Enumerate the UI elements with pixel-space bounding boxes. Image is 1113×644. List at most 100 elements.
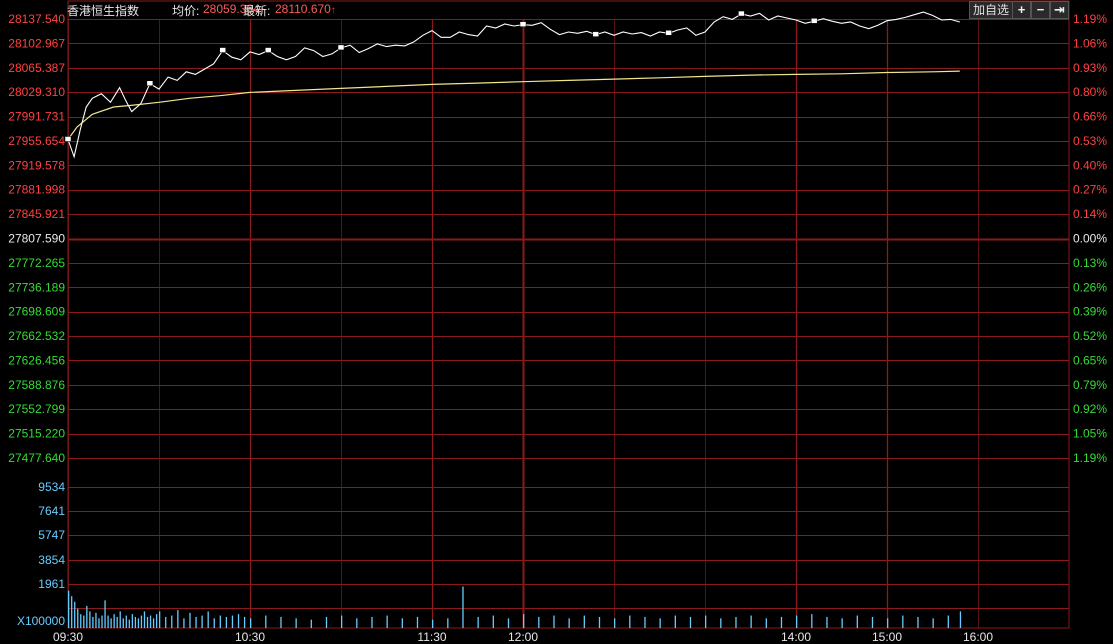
volume-axis-label: 9534 [38, 480, 65, 494]
price-line [67, 11, 960, 159]
volume-bars [68, 586, 962, 628]
price-axis-label: 27955.654 [8, 134, 65, 148]
volume-bar [959, 611, 962, 628]
zoom-out-icon[interactable]: − [1031, 1, 1050, 19]
volume-bar [71, 596, 73, 628]
price-axis-label: 27477.640 [8, 451, 65, 465]
percent-axis-label: 0.52% [1073, 329, 1107, 343]
volume-bar [225, 616, 228, 628]
volume-bar [201, 615, 203, 628]
volume-bar [416, 616, 419, 628]
volume-bar [119, 611, 121, 628]
volume-bar [477, 616, 479, 628]
volume-bar [871, 616, 874, 628]
volume-bar [137, 618, 140, 628]
event-marker [665, 30, 672, 36]
price-lines [64, 10, 960, 159]
volume-bar [265, 615, 267, 628]
volume-bar [341, 615, 343, 628]
volume-bar [155, 614, 158, 628]
event-marker [219, 47, 226, 53]
event-marker [264, 47, 272, 53]
price-axis-label: 27662.532 [8, 329, 65, 343]
percent-axis-label: 1.19% [1073, 451, 1107, 465]
time-axis-label: 12:00 [508, 630, 538, 644]
price-axis-label: 27845.921 [8, 207, 65, 221]
avg-price-label: 均价: [172, 4, 200, 18]
volume-bar [674, 615, 676, 628]
percent-axis-label: 0.39% [1073, 305, 1107, 319]
volume-bar [189, 612, 191, 628]
add-to-watchlist-button[interactable]: 加自选 [969, 1, 1013, 19]
volume-bar [80, 614, 82, 628]
percent-axis-label: 0.65% [1073, 353, 1107, 367]
volume-bar [280, 616, 282, 628]
volume-bar [492, 615, 494, 628]
price-axis-label: 27807.590 [8, 232, 65, 246]
volume-bar [237, 614, 240, 628]
volume-axis-label: X100000 [17, 614, 65, 628]
volume-bar [432, 619, 434, 628]
time-axis-label: 16:00 [963, 630, 993, 644]
event-marker [64, 136, 72, 142]
price-axis-label: 27515.220 [8, 427, 65, 441]
volume-bar [219, 615, 221, 628]
volume-bar [826, 616, 828, 628]
volume-bar [92, 616, 94, 628]
volume-bar [932, 618, 934, 628]
percent-axis-label: 0.79% [1073, 378, 1107, 392]
intraday-chart: 28137.540 1.19%28102.967 1.06%28065.387 0.9… [8, 0, 1107, 644]
volume-bar [98, 618, 100, 628]
percent-axis-label: 0.00% [1073, 232, 1107, 246]
volume-bar [207, 611, 209, 628]
volume-bar [796, 615, 798, 628]
volume-bar [128, 619, 130, 628]
volume-bar [644, 616, 646, 628]
latest-price-number: 28110.670 [275, 2, 331, 16]
time-axis-label: 15:00 [872, 630, 902, 644]
price-axis-label: 27881.998 [8, 183, 65, 197]
zoom-in-icon[interactable]: + [1012, 1, 1031, 19]
volume-bar [720, 618, 722, 628]
volume-bar [447, 618, 449, 628]
volume-bar [125, 615, 127, 628]
volume-bar [243, 616, 246, 628]
volume-bar [371, 616, 373, 628]
volume-bar [887, 618, 889, 628]
percent-axis-label: 0.27% [1073, 183, 1107, 197]
volume-bar [122, 618, 124, 628]
volume-axis-label: 1961 [38, 577, 65, 591]
volume-bar [104, 600, 106, 628]
volume-bar [295, 618, 297, 628]
volume-bar [195, 616, 197, 628]
event-marker [146, 80, 154, 86]
volume-bar [171, 615, 173, 628]
price-axis-label: 27772.265 [8, 256, 65, 270]
chart-grid [67, 0, 1070, 629]
volume-bar [507, 618, 510, 628]
volume-bar [401, 618, 403, 628]
volume-bar [107, 615, 109, 628]
volume-bar [780, 616, 783, 628]
volume-bar [131, 614, 133, 628]
volume-bar [523, 614, 525, 628]
volume-bar [183, 618, 185, 628]
event-marker [592, 31, 600, 37]
expand-panel-icon[interactable]: ⇥ [1050, 1, 1069, 19]
volume-bar [856, 615, 858, 628]
volume-bar [95, 612, 97, 628]
time-axis-label: 14:00 [781, 630, 811, 644]
volume-bar [917, 616, 919, 628]
time-axis-label: 11:30 [417, 630, 446, 644]
volume-bar [325, 616, 328, 628]
price-axis-label: 28065.387 [8, 61, 65, 75]
volume-bar [74, 601, 76, 628]
volume-bar [462, 586, 464, 628]
volume-bar [101, 615, 103, 628]
volume-bar [250, 618, 252, 628]
volume-bar [110, 618, 112, 628]
percent-axis-label: 0.80% [1073, 85, 1107, 99]
latest-up-arrow-icon: ↑ [330, 5, 336, 16]
price-axis-label: 27626.456 [8, 353, 65, 367]
volume-bar [165, 616, 167, 628]
